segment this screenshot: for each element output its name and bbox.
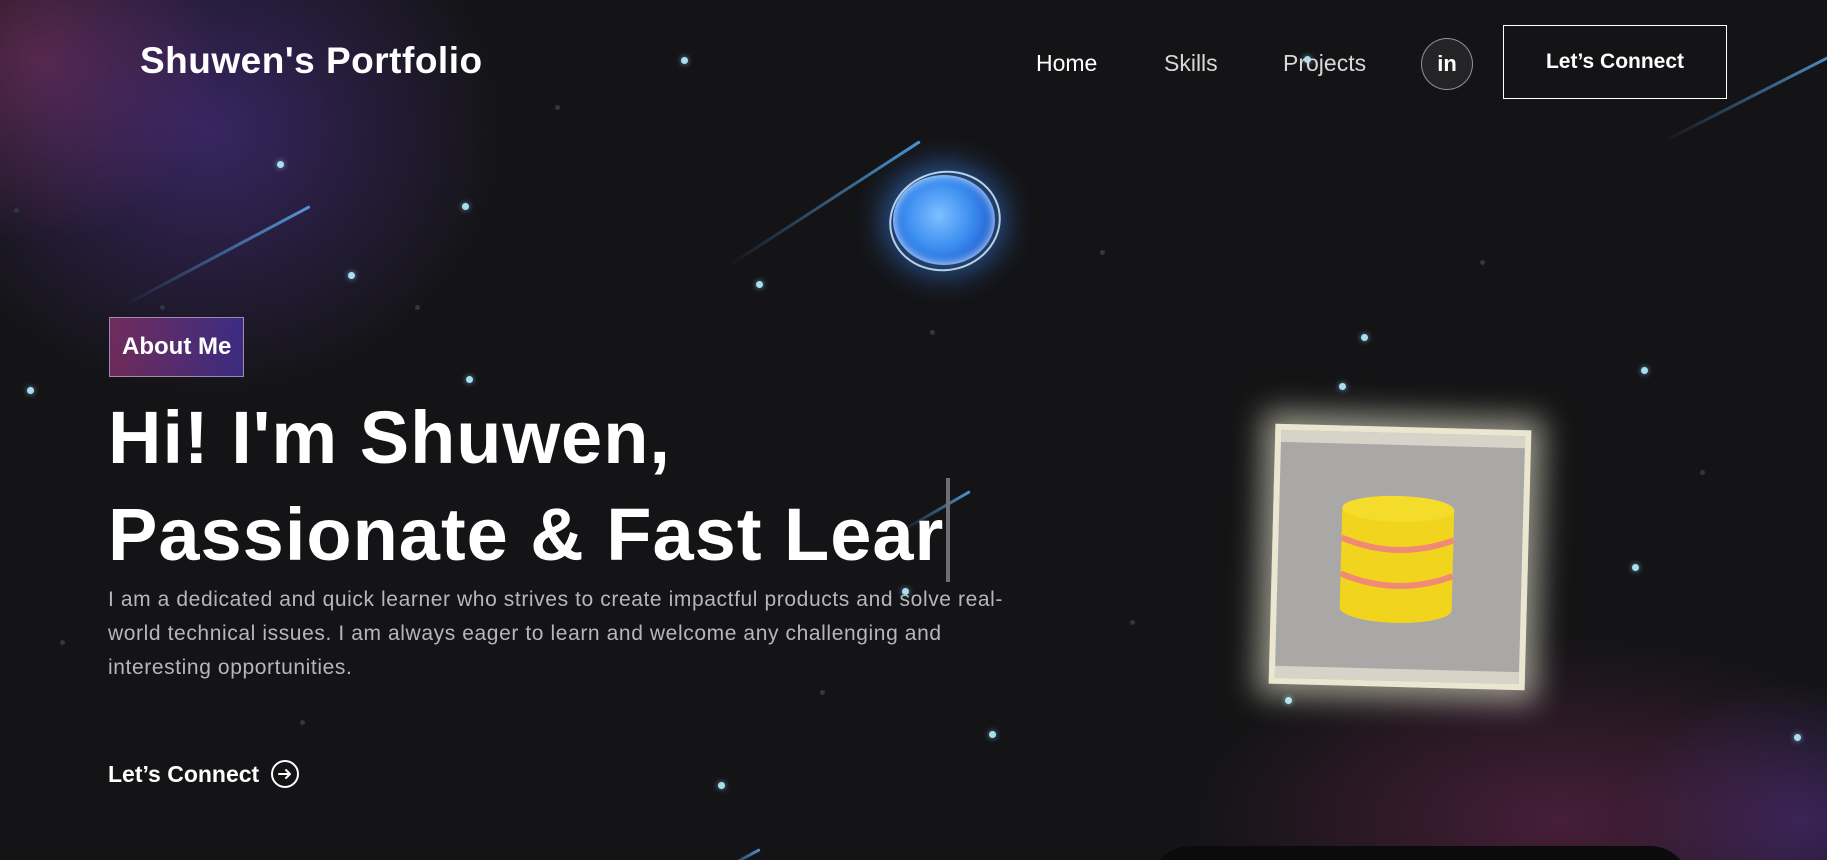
star [415,305,420,310]
database-card [1268,423,1532,691]
star [60,640,65,645]
nav-link-home[interactable]: Home [1036,50,1097,77]
card-bottom-strip [1274,665,1520,685]
headline-line-1: Hi! I'm Shuwen, [108,396,671,479]
about-me-tag: About Me [109,317,245,377]
typing-caret [946,478,951,582]
star [1285,697,1292,704]
star [27,387,34,394]
hero-description: I am a dedicated and quick learner who s… [108,588,1004,679]
star [14,208,19,213]
arrow-right-circle-icon [271,760,300,788]
linkedin-icon[interactable]: in [1421,38,1473,90]
star [930,330,935,335]
star [1130,620,1135,625]
database-icon [1336,493,1460,632]
star [160,305,165,310]
bottom-section-edge [1150,846,1690,860]
star [300,720,305,725]
headline-line-2-text: Passionate & Fast Lear [108,493,945,576]
star [718,782,725,789]
nav-link-skills[interactable]: Skills [1164,50,1218,77]
star [1641,367,1648,374]
card-top-strip [1280,429,1526,449]
planet-ring [879,160,1011,282]
star [1339,383,1346,390]
star [1632,564,1639,571]
star [1361,334,1368,341]
star [1100,250,1105,255]
linkedin-label: in [1437,51,1457,76]
hero-connect-label: Let’s Connect [108,760,260,787]
star [348,272,355,279]
star [1794,734,1801,741]
star [462,203,469,210]
headline-line-2: Passionate & Fast Lear [108,478,951,582]
shooting-star [726,140,921,269]
star [681,57,688,64]
star [820,690,825,695]
star [756,281,763,288]
shooting-star [123,205,311,307]
star [1700,470,1705,475]
page: Shuwen's Portfolio Home Skills Projects … [0,0,1827,860]
star [555,105,560,110]
shooting-star [723,848,761,860]
nav-link-projects[interactable]: Projects [1283,50,1366,77]
hero-connect-button[interactable]: Let’s Connect [108,760,300,788]
nav-connect-button[interactable]: Let’s Connect [1503,25,1727,99]
star [466,376,473,383]
star [1480,260,1485,265]
star [989,731,996,738]
hero-headline: Hi! I'm Shuwen, Passionate & Fast Lear [108,396,951,582]
star [277,161,284,168]
site-logo[interactable]: Shuwen's Portfolio [140,40,483,82]
